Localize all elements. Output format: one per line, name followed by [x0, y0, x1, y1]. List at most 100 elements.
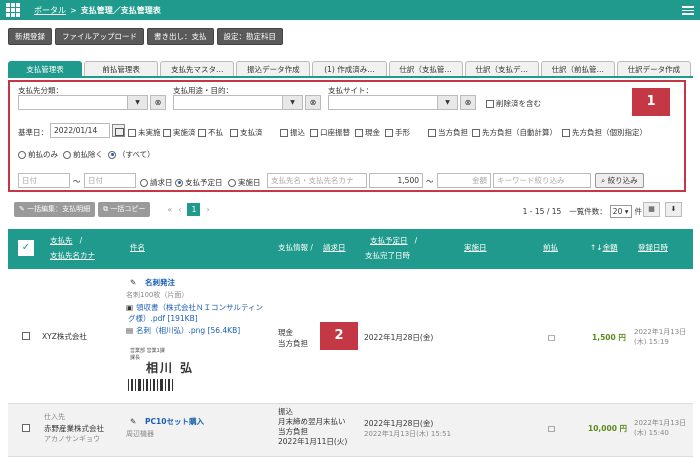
- tab-journal-prepayment[interactable]: 仕訳（前払管…: [540, 61, 615, 76]
- method-debit-checkbox[interactable]: 口座振替: [310, 127, 350, 138]
- subject-detail: 周辺機器: [126, 430, 154, 438]
- filter-search-button[interactable]: ⌕ 絞り込み: [595, 173, 644, 188]
- status-unpaid-checkbox[interactable]: 不払: [198, 127, 223, 138]
- base-date-input[interactable]: 2022/01/14: [50, 123, 110, 138]
- date-type-executed-radio[interactable]: 実施日: [228, 177, 261, 188]
- header-executed-text: 実施日: [464, 243, 487, 252]
- tab-prepayment-table[interactable]: 前払管理表: [84, 61, 159, 76]
- status-executed-checkbox[interactable]: 実施済: [163, 127, 196, 138]
- first-page-link[interactable]: «: [167, 205, 172, 214]
- annotation-badge-2: 2: [320, 322, 358, 350]
- filter-panel: 支払先分類： ▼ ⊗ 支払用途・目的： ▼ ⊗ 支払サイト： ▼ ⊗ 削除済を含…: [8, 80, 686, 192]
- top-bar: ポータル > 支払管理／支払管理表: [0, 0, 700, 20]
- tab-transfer-data[interactable]: 振込データ作成: [236, 61, 311, 76]
- prepay-all-radio[interactable]: （すべて）: [108, 149, 155, 160]
- tab-journal-payment-data[interactable]: 仕訳（支払デ…: [464, 61, 539, 76]
- breadcrumb-separator: >: [70, 5, 77, 15]
- method-cash-checkbox[interactable]: 現金: [355, 127, 380, 138]
- bulk-copy-button[interactable]: ⧉ 一括コピー: [98, 202, 151, 217]
- date-from-input[interactable]: 日付: [18, 173, 70, 188]
- layout-icon[interactable]: ▦: [643, 202, 660, 217]
- tab-bar: 支払管理表 前払管理表 支払先マスタ… 振込データ作成 (1) 作成済み… 仕訳…: [8, 61, 693, 78]
- prev-page-link[interactable]: ‹: [178, 205, 181, 214]
- method-bill-checkbox[interactable]: 手形: [385, 127, 410, 138]
- amount-to-input[interactable]: 金額: [437, 173, 491, 188]
- select-all-checkbox[interactable]: ✓: [18, 240, 34, 256]
- date-type-invoice-radio[interactable]: 請求日: [140, 177, 173, 188]
- breadcrumb-portal-link[interactable]: ポータル: [34, 5, 66, 16]
- apps-grid-icon[interactable]: [6, 3, 20, 17]
- subject-link[interactable]: 名刺発注: [145, 277, 175, 288]
- header-registered[interactable]: 登録日時: [638, 242, 668, 254]
- row-checkbox[interactable]: [22, 332, 30, 340]
- method-transfer-checkbox[interactable]: 振込: [280, 127, 305, 138]
- header-payee-text: 支払先: [50, 236, 73, 245]
- status-label: 未実施: [138, 128, 161, 137]
- purpose-select[interactable]: ▼: [173, 95, 303, 110]
- export-button[interactable]: 書き出し：支払: [147, 28, 214, 45]
- clear-icon[interactable]: ⊗: [150, 95, 166, 110]
- header-prepay[interactable]: 前払: [543, 242, 558, 254]
- prepay-mark: □: [548, 333, 556, 342]
- status-unexecuted-checkbox[interactable]: 未実施: [128, 127, 161, 138]
- subject-link[interactable]: PC10セット購入: [145, 416, 204, 427]
- header-registered-text: 登録日時: [638, 243, 668, 252]
- date-type-label: 支払予定日: [185, 178, 223, 187]
- attachment-link-2[interactable]: 名刺（相川弘）.png [56.4KB]: [136, 325, 240, 336]
- date-to-input[interactable]: 日付: [84, 173, 136, 188]
- card-role: 課長: [130, 355, 141, 361]
- barcode-icon: [128, 379, 173, 391]
- date-type-due-radio[interactable]: 支払予定日: [175, 177, 223, 188]
- status-label: 支払済: [240, 128, 263, 137]
- attachment-link-1[interactable]: 領収書（株式会社ＮＩコンサルティン: [136, 302, 263, 313]
- row-edit-icon[interactable]: ✎: [130, 416, 136, 427]
- pay-method: 現金: [278, 328, 293, 337]
- prepay-exclude-radio[interactable]: 前払除く: [63, 149, 103, 160]
- clear-icon[interactable]: ⊗: [305, 95, 321, 110]
- chevron-down-icon: ▼: [437, 96, 457, 109]
- payee-name-input[interactable]: 支払先名・支払先名カナ: [267, 173, 367, 188]
- site-select[interactable]: ▼: [328, 95, 458, 110]
- header-due-date[interactable]: 支払予定日 /: [370, 235, 417, 247]
- row-edit-icon[interactable]: ✎: [130, 277, 136, 288]
- menu-icon[interactable]: [682, 4, 694, 16]
- current-page[interactable]: 1: [187, 203, 201, 216]
- new-button[interactable]: 新規登録: [8, 28, 52, 45]
- header-subject[interactable]: 件名: [130, 242, 145, 254]
- header-amount[interactable]: ↑↓金額: [590, 242, 618, 254]
- header-amount-text: 金額: [602, 243, 618, 252]
- download-icon[interactable]: ⬇: [665, 202, 682, 217]
- attachment-link-1-cont[interactable]: グ様）.pdf [191KB]: [128, 313, 198, 324]
- header-payee-kana[interactable]: 支払先名カナ: [50, 250, 95, 262]
- keyword-input[interactable]: キーワード絞り込み: [493, 173, 591, 188]
- header-subject-text: 件名: [130, 243, 145, 252]
- tab-journal-payment[interactable]: 仕訳（支払管…: [388, 61, 463, 76]
- file-upload-button[interactable]: ファイルアップロード: [55, 28, 144, 45]
- table-header: ✓ 支払先 / 支払先名カナ 件名 支払情報 / 請求日 支払予定日 / 支払完…: [8, 229, 693, 269]
- burden-manual-checkbox[interactable]: 先方負担（個別指定）: [562, 127, 647, 138]
- table-row[interactable]: XYZ株式会社 ✎ 名刺発注 名刺100枚（片面） ▣ 領収書（株式会社ＮＩコン…: [8, 269, 693, 404]
- status-paid-checkbox[interactable]: 支払済: [230, 127, 263, 138]
- calendar-icon[interactable]: [112, 124, 125, 137]
- next-page-link[interactable]: ›: [206, 205, 209, 214]
- per-page-value: 20: [612, 207, 623, 216]
- amount-from-input[interactable]: 1,500: [369, 173, 423, 188]
- per-page-select[interactable]: 20 ▾: [609, 205, 632, 218]
- tab-payment-table[interactable]: 支払管理表: [8, 61, 83, 76]
- tab-journal-data[interactable]: 仕訳データ作成: [616, 61, 691, 76]
- prepay-only-radio[interactable]: 前払のみ: [18, 149, 58, 160]
- burden-self-checkbox[interactable]: 当方負担: [428, 127, 468, 138]
- tab-created[interactable]: (1) 作成済み…: [312, 61, 387, 76]
- payee-category-select[interactable]: ▼: [18, 95, 148, 110]
- clear-icon[interactable]: ⊗: [460, 95, 476, 110]
- tab-payee-master[interactable]: 支払先マスタ…: [160, 61, 235, 76]
- bulk-edit-button[interactable]: ✎ 一括編集：支払明細: [14, 202, 96, 217]
- header-executed[interactable]: 実施日: [464, 242, 487, 254]
- settings-button[interactable]: 設定：勘定科目: [216, 28, 283, 45]
- row-checkbox[interactable]: [22, 424, 30, 432]
- header-invoice-date[interactable]: 請求日: [323, 242, 346, 254]
- include-deleted-checkbox[interactable]: 削除済を含む: [486, 98, 541, 109]
- header-payee[interactable]: 支払先 /: [50, 235, 82, 247]
- burden-auto-checkbox[interactable]: 先方負担（自動計算）: [472, 127, 557, 138]
- table-row[interactable]: 仕入先 赤野産業株式会社 アカノサンギョウ ✎ PC10セット購入 周辺機器 振…: [8, 404, 693, 457]
